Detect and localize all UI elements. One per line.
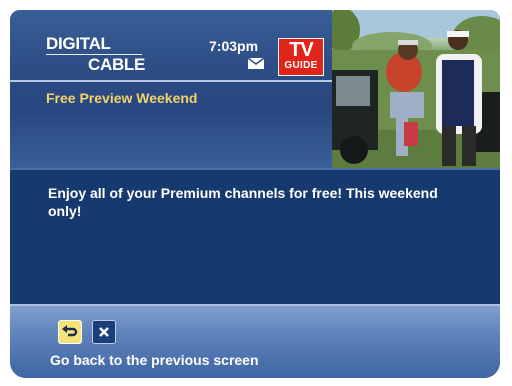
digital-cable-logo: DIGITAL CABLE bbox=[46, 34, 156, 74]
back-button[interactable] bbox=[58, 320, 82, 344]
footer-bar: Go back to the previous screen bbox=[10, 304, 500, 378]
header-divider bbox=[10, 80, 332, 82]
close-button[interactable] bbox=[92, 320, 116, 344]
tv-screen: DIGITAL CABLE 7:03pm TV GUIDE Free Previ… bbox=[10, 10, 500, 378]
page-title: Free Preview Weekend bbox=[46, 90, 198, 106]
message-panel: Enjoy all of your Premium channels for f… bbox=[10, 168, 500, 304]
tv-guide-logo: TV GUIDE bbox=[278, 38, 324, 76]
brand-line2: CABLE bbox=[88, 55, 146, 74]
tv-guide-logo-guide: GUIDE bbox=[284, 60, 318, 71]
video-frame-image bbox=[332, 10, 500, 168]
close-icon bbox=[99, 327, 109, 337]
video-preview-window bbox=[332, 10, 500, 168]
back-arrow-icon bbox=[62, 325, 78, 337]
clock-time: 7:03pm bbox=[209, 38, 259, 54]
message-text: Enjoy all of your Premium channels for f… bbox=[48, 185, 438, 219]
brand-line1: DIGITAL bbox=[46, 34, 142, 55]
help-hint-text: Go back to the previous screen bbox=[50, 352, 259, 368]
tv-guide-logo-tv: TV bbox=[289, 39, 314, 61]
mail-icon bbox=[248, 58, 264, 69]
